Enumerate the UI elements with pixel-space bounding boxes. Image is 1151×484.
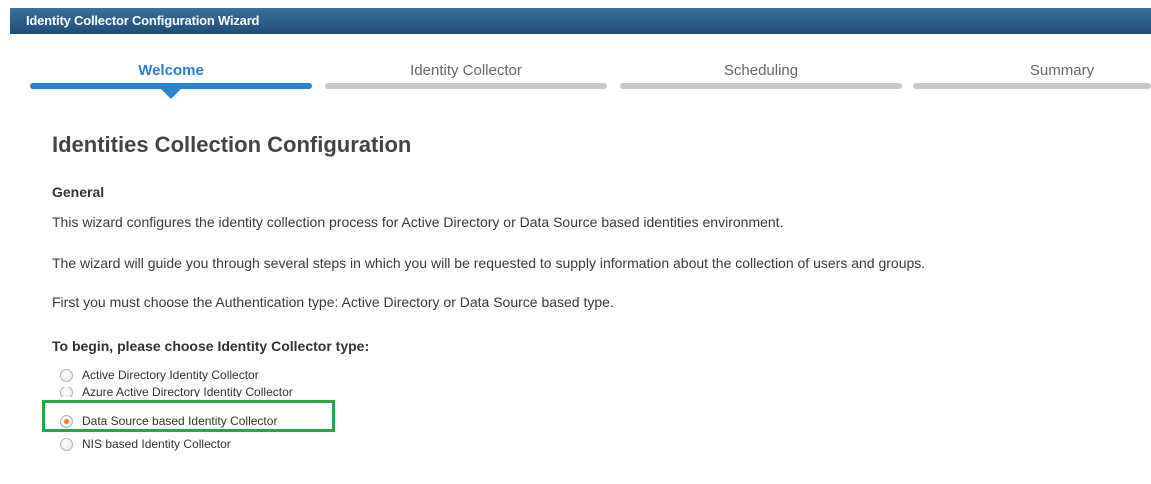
- intro-paragraph-1: This wizard configures the identity coll…: [52, 214, 784, 230]
- option-nis[interactable]: NIS based Identity Collector: [60, 435, 231, 453]
- step-label: Scheduling: [723, 62, 799, 79]
- step-progress-bar: [620, 83, 902, 89]
- option-label: Azure Active Directory Identity Collecto…: [82, 387, 293, 397]
- step-progress-bar: [913, 83, 1151, 89]
- step-summary[interactable]: Summary: [913, 58, 1151, 98]
- collector-type-prompt: To begin, please choose Identity Collect…: [52, 338, 370, 354]
- option-label: NIS based Identity Collector: [82, 437, 231, 451]
- step-label: Identity Collector: [410, 62, 522, 79]
- intro-paragraph-3: First you must choose the Authentication…: [52, 294, 614, 310]
- option-azure-active-directory[interactable]: Azure Active Directory Identity Collecto…: [60, 387, 293, 397]
- step-progress-bar: [325, 83, 607, 89]
- radio-button[interactable]: [60, 368, 73, 382]
- wizard-steps: Welcome Identity Collector Scheduling Su…: [30, 58, 1151, 108]
- radio-button[interactable]: [60, 437, 73, 451]
- window-titlebar: Identity Collector Configuration Wizard: [10, 8, 1151, 34]
- step-scheduling[interactable]: Scheduling: [620, 58, 902, 98]
- page-title: Identities Collection Configuration: [52, 132, 412, 157]
- active-step-indicator-icon: [160, 88, 182, 99]
- option-active-directory[interactable]: Active Directory Identity Collector: [60, 366, 259, 384]
- step-label: Welcome: [138, 62, 204, 79]
- option-label: Active Directory Identity Collector: [82, 368, 259, 382]
- step-identity-collector[interactable]: Identity Collector: [325, 58, 607, 98]
- step-welcome[interactable]: Welcome: [30, 58, 312, 99]
- step-label: Summary: [1029, 62, 1095, 79]
- section-heading-general: General: [52, 184, 105, 200]
- intro-paragraph-2: The wizard will guide you through severa…: [52, 255, 926, 271]
- radio-button[interactable]: [60, 387, 73, 397]
- selection-highlight-box: [42, 400, 335, 432]
- window-title: Identity Collector Configuration Wizard: [26, 13, 260, 28]
